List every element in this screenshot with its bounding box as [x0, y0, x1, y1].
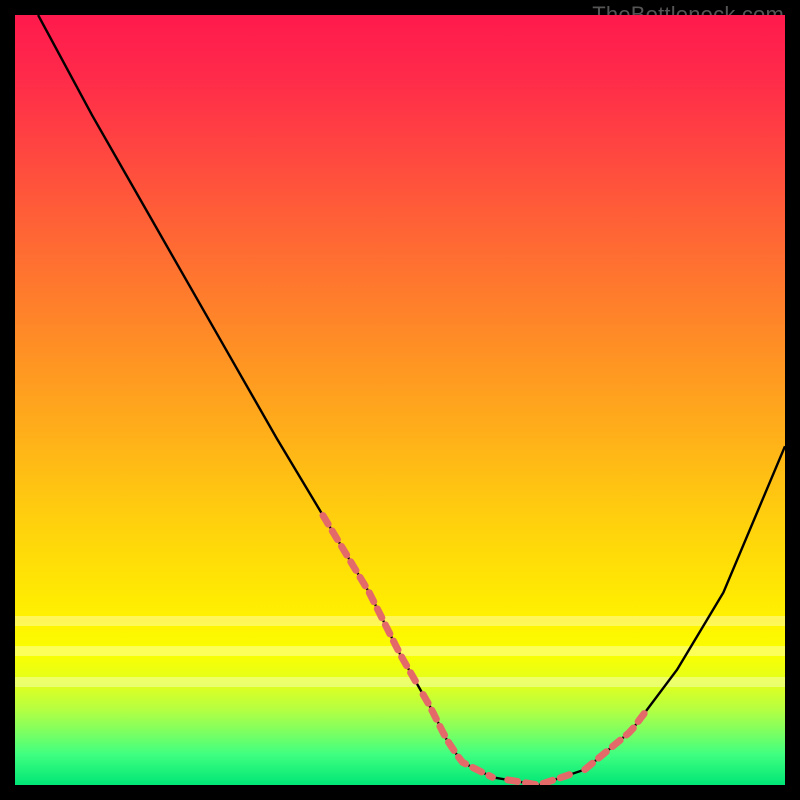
highlight-segment [323, 516, 415, 682]
highlight-segment [585, 711, 647, 770]
highlight-segment [423, 695, 492, 778]
highlighted-segments [323, 516, 646, 786]
chart-svg [15, 15, 785, 785]
chart-frame [15, 15, 785, 785]
highlight-segment [508, 775, 570, 785]
